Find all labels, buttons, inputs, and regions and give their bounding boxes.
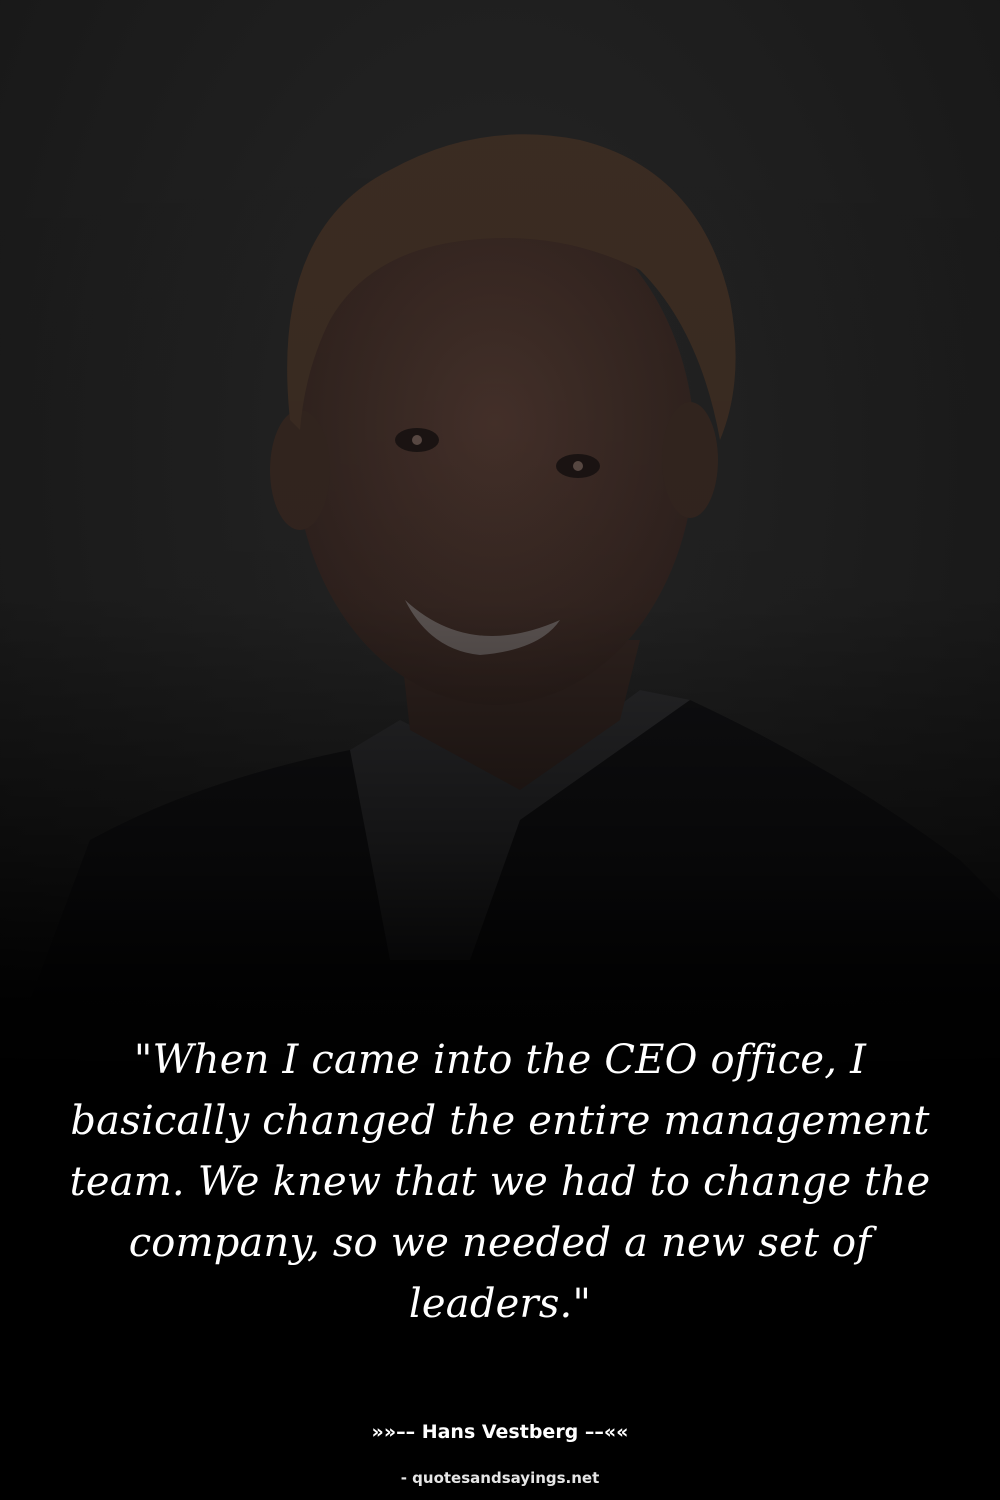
- quote-block: "When I came into the CEO office, I basi…: [50, 1030, 950, 1335]
- site-credit: - quotesandsayings.net: [400, 1469, 600, 1487]
- quote-card: "When I came into the CEO office, I basi…: [0, 0, 1000, 1500]
- quote-text: "When I came into the CEO office, I basi…: [69, 1037, 931, 1327]
- author-attribution: »»–– Hans Vestberg ––««: [371, 1421, 629, 1443]
